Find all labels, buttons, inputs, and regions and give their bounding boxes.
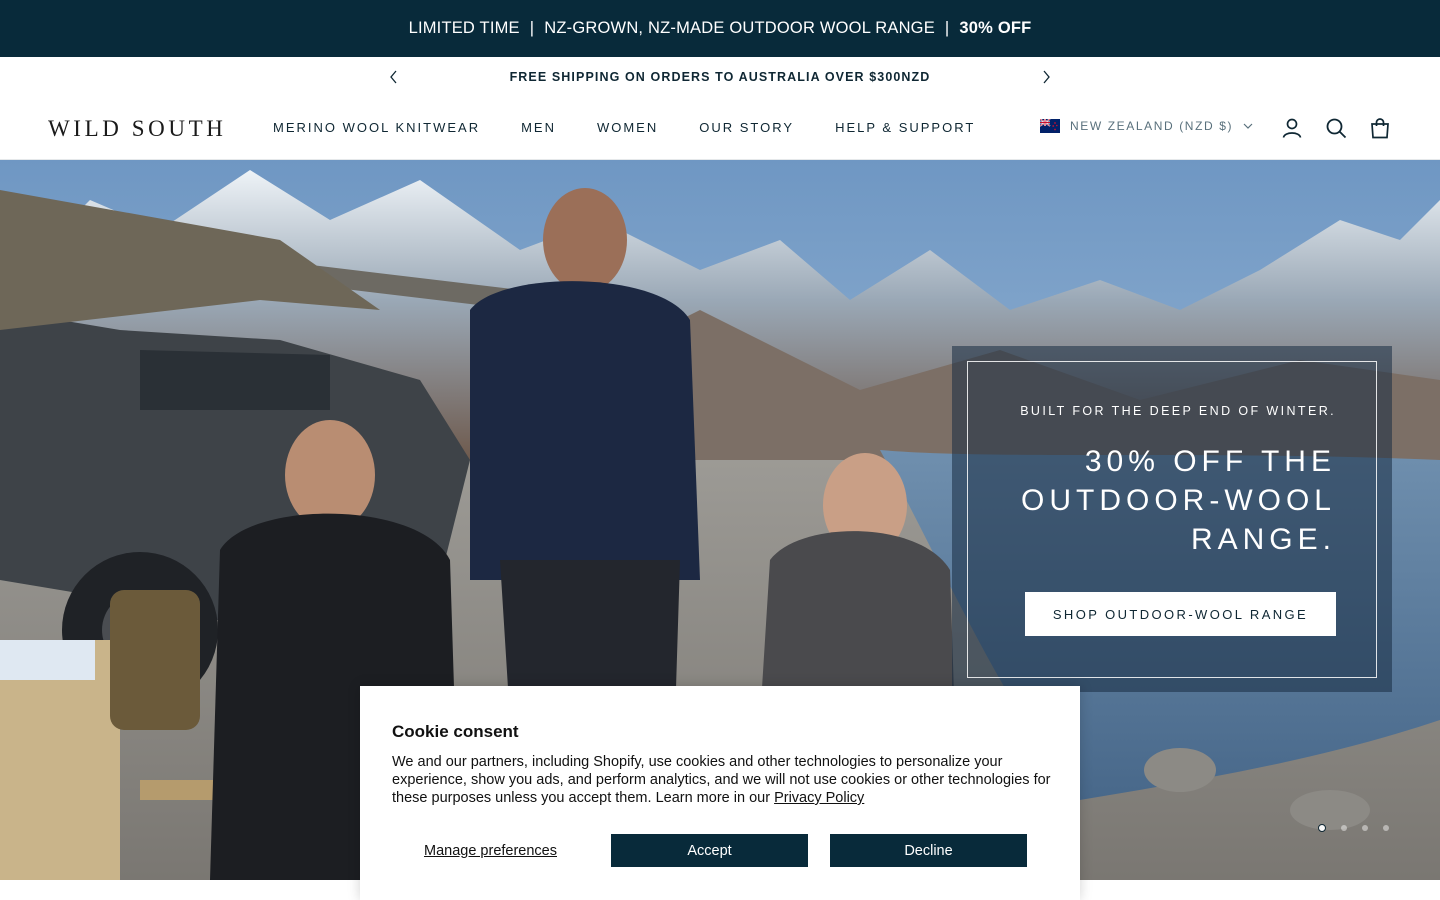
nav-women[interactable]: WOMEN	[597, 120, 658, 135]
announcement-separator: |	[529, 19, 535, 37]
hero-promo-frame: BUILT FOR THE DEEP END OF WINTER. 30% OF…	[967, 361, 1377, 678]
chevron-left-icon[interactable]	[384, 67, 404, 87]
shipping-bar: FREE SHIPPING ON ORDERS TO AUSTRALIA OVE…	[0, 57, 1440, 97]
manage-preferences-button[interactable]: Manage preferences	[392, 834, 589, 867]
slide-dot-3[interactable]	[1362, 825, 1368, 831]
nav-our-story[interactable]: OUR STORY	[699, 120, 794, 135]
cart-icon[interactable]	[1368, 116, 1392, 140]
country-selector-label: NEW ZEALAND (NZD $)	[1070, 119, 1234, 133]
hero-heading: 30% OFF THE OUTDOOR-WOOL RANGE.	[1021, 445, 1336, 556]
account-icon[interactable]	[1280, 116, 1304, 140]
shop-outdoor-wool-button[interactable]: SHOP OUTDOOR-WOOL RANGE	[1025, 592, 1336, 636]
accept-cookies-button[interactable]: Accept	[611, 834, 808, 867]
shipping-message: FREE SHIPPING ON ORDERS TO AUSTRALIA OVE…	[509, 70, 931, 84]
cookie-description: We and our partners, including Shopify, …	[392, 753, 1052, 807]
nav-men[interactable]: MEN	[521, 120, 556, 135]
slide-dot-4[interactable]	[1383, 825, 1389, 831]
cookie-body-text: We and our partners, including Shopify, …	[392, 754, 1051, 806]
announcement-discount: 30% OFF	[959, 19, 1032, 37]
decline-cookies-button[interactable]: Decline	[830, 834, 1027, 867]
slide-dot-1[interactable]	[1318, 824, 1326, 832]
nav-help-support[interactable]: HELP & SUPPORT	[835, 120, 975, 135]
announcement-text: LIMITED TIME	[408, 19, 520, 37]
hero-kicker: BUILT FOR THE DEEP END OF WINTER.	[1020, 404, 1336, 418]
privacy-policy-link[interactable]: Privacy Policy	[774, 790, 864, 806]
country-selector[interactable]: NEW ZEALAND (NZD $)	[1040, 119, 1253, 133]
main-nav: MERINO WOOL KNITWEAR MEN WOMEN OUR STORY…	[273, 120, 975, 135]
chevron-right-icon[interactable]	[1036, 67, 1056, 87]
cookie-title: Cookie consent	[392, 722, 519, 741]
nav-merino-wool-knitwear[interactable]: MERINO WOOL KNITWEAR	[273, 120, 480, 135]
nz-flag-icon	[1040, 119, 1060, 133]
announcement-separator: |	[944, 19, 950, 37]
hero-promo-panel: BUILT FOR THE DEEP END OF WINTER. 30% OF…	[952, 346, 1392, 692]
site-header: WILD SOUTH MERINO WOOL KNITWEAR MEN WOME…	[0, 97, 1440, 160]
chevron-down-icon	[1243, 123, 1253, 129]
site-logo[interactable]: WILD SOUTH	[48, 116, 226, 142]
cookie-consent-banner: Cookie consent We and our partners, incl…	[360, 686, 1080, 900]
announcement-bar: LIMITED TIME | NZ-GROWN, NZ-MADE OUTDOOR…	[0, 0, 1440, 57]
announcement-range-text: NZ-GROWN, NZ-MADE OUTDOOR WOOL RANGE	[544, 19, 935, 37]
hero-slide-dots	[1318, 824, 1389, 832]
slide-dot-2[interactable]	[1341, 825, 1347, 831]
search-icon[interactable]	[1324, 116, 1348, 140]
